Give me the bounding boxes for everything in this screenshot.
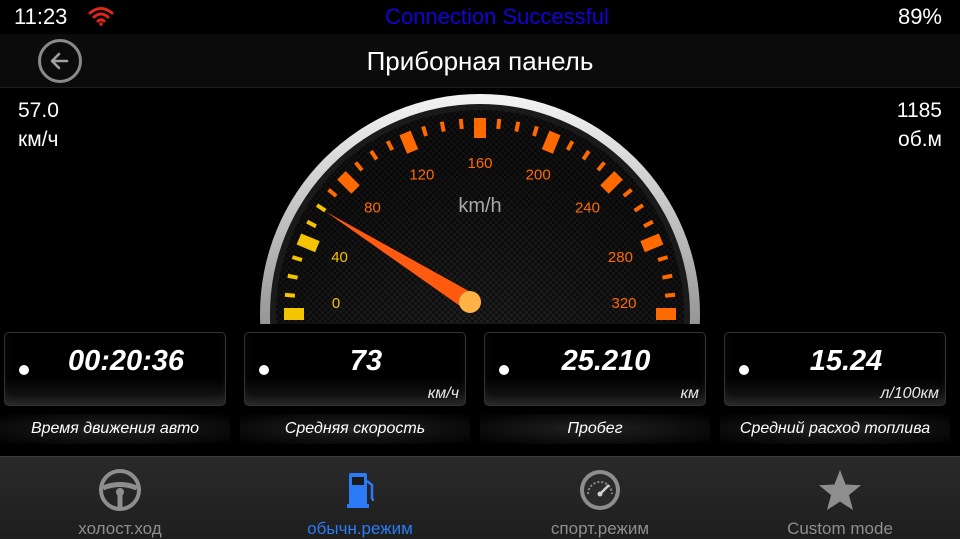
stat-tile-mileage: 25.210 км Пробег — [480, 330, 710, 450]
tab-normal-mode[interactable]: обычн.режим — [240, 457, 480, 539]
bullet-icon — [499, 365, 509, 375]
tab-label: холост.ход — [78, 519, 162, 538]
battery-level: 89% — [897, 4, 942, 29]
stat-label: Время движения авто — [0, 414, 230, 444]
gauge-minor-tick — [532, 125, 539, 137]
connection-status-message: Connection Successful — [385, 4, 609, 29]
gauge-minor-tick — [657, 255, 669, 262]
gauge-minor-tick — [496, 118, 502, 130]
speedometer-gauge: 0 40 80 120 160 200 240 280 320 km/h — [260, 94, 700, 324]
gauge-minor-tick — [291, 255, 303, 262]
stat-tile-fuel-consumption: 15.24 л/100км Средний расход топлива — [720, 330, 950, 450]
gauge-major-tick — [399, 130, 419, 154]
speed-unit: км/ч — [18, 128, 59, 151]
stat-unit: км — [680, 385, 699, 402]
gauge-tick-label: 0 — [332, 295, 340, 312]
tab-sport-mode[interactable]: спорт.режим — [480, 457, 720, 539]
gauge-minor-tick — [284, 292, 296, 298]
stat-value: 00:20:36 — [67, 345, 185, 377]
gauge-major-tick — [541, 130, 561, 154]
stat-value: 25.210 — [561, 345, 651, 377]
rpm-readout: 1185 об.м — [897, 96, 942, 154]
gauge-tick-label: 120 — [409, 167, 434, 184]
rpm-unit: об.м — [898, 128, 942, 151]
stat-value: 73 — [349, 345, 383, 377]
gauge-major-tick — [640, 233, 664, 253]
gauge-tick-label: 280 — [608, 249, 633, 266]
gauge-minor-tick — [439, 121, 446, 132]
stat-box: 25.210 км — [484, 332, 706, 406]
stats-panel: 00:20:36 Время движения авто 73 км/ч Сре… — [0, 324, 960, 456]
tab-label: спорт.режим — [550, 519, 650, 538]
stat-value: 15.24 — [809, 345, 883, 377]
rpm-value: 1185 — [896, 99, 942, 122]
tab-label: обычн.режим — [307, 519, 413, 538]
tab-idle[interactable]: холост.ход — [0, 457, 240, 539]
stat-box: 15.24 л/100км — [724, 332, 946, 406]
stat-unit: л/100км — [880, 385, 939, 402]
gauge-tick-label: 200 — [526, 167, 551, 184]
status-bar: 11:23 Connection Successful 89% — [0, 0, 960, 34]
gauge-unit-label: km/h — [458, 195, 501, 217]
gauge-major-tick — [296, 233, 320, 253]
speedometer-icon — [580, 470, 620, 510]
stat-label: Пробег — [480, 414, 710, 444]
tab-bar: холост.ход обычн.режим спорт.режим Custo… — [0, 456, 960, 539]
stat-box: 00:20:36 — [4, 332, 226, 406]
gauge-minor-tick — [514, 121, 521, 132]
speed-value: 57.0 — [18, 99, 59, 122]
page-title: Приборная панель — [366, 46, 594, 76]
bullet-icon — [739, 365, 749, 375]
tab-custom-mode[interactable]: Custom mode — [720, 457, 960, 539]
stat-label: Средний расход топлива — [720, 414, 950, 444]
gauge-area: 57.0 км/ч 1185 об.м 0 40 80 120 160 200 … — [0, 88, 960, 324]
gauge-minor-tick — [287, 273, 298, 280]
stat-box: 73 км/ч — [244, 332, 466, 406]
bullet-icon — [19, 365, 29, 375]
steering-wheel-icon — [99, 469, 141, 511]
header: Приборная панель — [0, 34, 960, 88]
stat-label: Средняя скорость — [240, 414, 470, 444]
gauge-needle-hub — [459, 291, 481, 313]
gauge-tick-label: 80 — [364, 200, 381, 217]
gauge-tick-label: 160 — [467, 155, 492, 172]
gauge-minor-tick — [662, 273, 673, 280]
gauge-minor-tick — [664, 292, 676, 298]
gauge-tick-label: 40 — [331, 249, 348, 266]
stat-tile-average-speed: 73 км/ч Средняя скорость — [240, 330, 470, 450]
stat-tile-drive-time: 00:20:36 Время движения авто — [0, 330, 230, 450]
tab-label: Custom mode — [787, 519, 893, 538]
bullet-icon — [259, 365, 269, 375]
fuel-pump-icon — [347, 473, 375, 508]
gauge-minor-tick — [458, 118, 464, 130]
gauge-tick-label: 320 — [611, 295, 636, 312]
gauge-tick-label: 240 — [575, 200, 600, 217]
stat-unit: км/ч — [427, 385, 459, 402]
speed-readout: 57.0 км/ч — [18, 96, 59, 154]
star-icon — [819, 470, 861, 510]
gauge-minor-tick — [421, 125, 428, 137]
